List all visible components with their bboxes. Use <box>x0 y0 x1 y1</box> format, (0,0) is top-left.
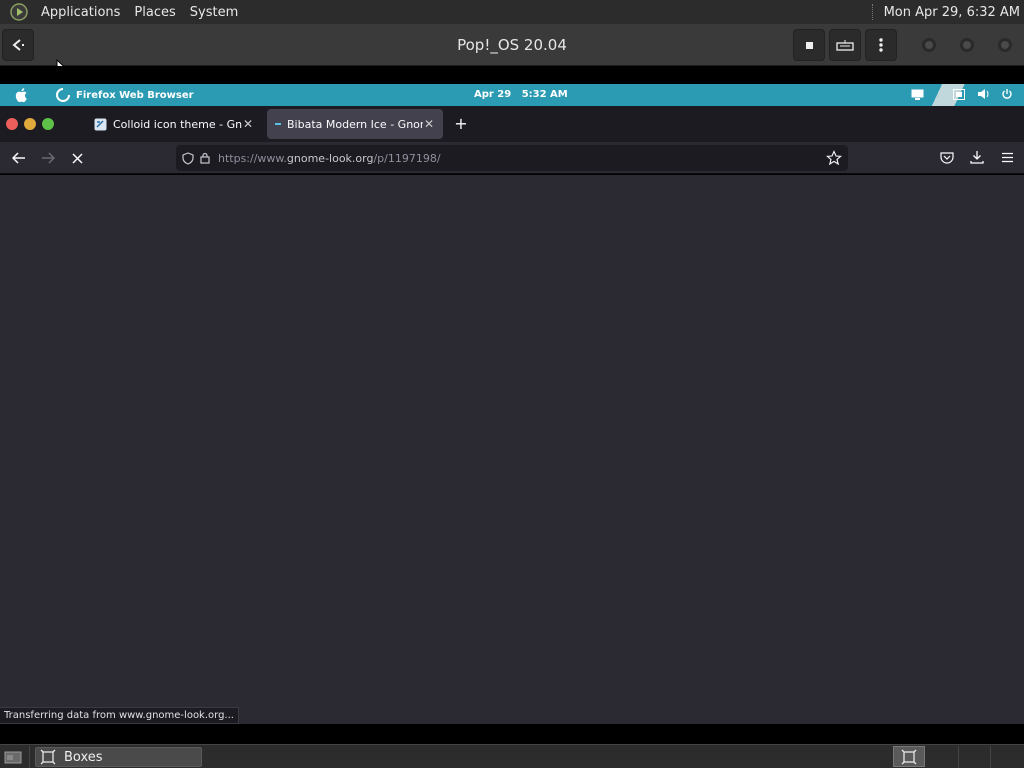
tab-close-icon[interactable]: ✕ <box>423 117 435 131</box>
boxes-back-button[interactable] <box>2 29 34 61</box>
maximize-window-button[interactable] <box>957 35 977 55</box>
arrow-right-icon <box>42 152 55 164</box>
vm-display-border-bottom <box>0 724 1024 744</box>
close-icon <box>71 152 83 164</box>
boxes-keyboard-button[interactable] <box>829 29 861 61</box>
page-content-area[interactable]: Transferring data from www.gnome-look.or… <box>0 175 1024 724</box>
vm-display-border <box>0 66 1024 84</box>
hamburger-menu-icon <box>1001 152 1013 162</box>
workspace-switcher-1[interactable] <box>893 746 925 767</box>
close-dot-button[interactable] <box>6 118 18 130</box>
pocket-icon <box>940 151 954 164</box>
back-button[interactable] <box>10 149 28 167</box>
tab-close-icon[interactable]: ✕ <box>242 117 254 131</box>
shield-icon[interactable] <box>182 151 194 165</box>
desktop-icon <box>4 751 22 763</box>
applications-menu[interactable]: Applications <box>34 5 127 20</box>
back-arrow-icon <box>12 39 24 51</box>
minimize-window-button[interactable] <box>919 35 939 55</box>
boxes-menu-button[interactable] <box>865 29 897 61</box>
boxes-app-icon <box>901 749 917 764</box>
panel-clock[interactable]: Mon Apr 29, 6:32 AM <box>884 5 1024 20</box>
apple-logo-icon[interactable] <box>14 87 30 103</box>
browser-nav-bar: https://www.gnome-look.org/p/1197198/ <box>0 142 1024 174</box>
show-desktop-button[interactable] <box>2 748 24 766</box>
boxes-stop-button[interactable] <box>793 29 825 61</box>
pocket-button[interactable] <box>938 148 956 166</box>
firefox-icon <box>56 88 70 102</box>
lock-icon[interactable] <box>200 152 210 164</box>
close-window-button[interactable] <box>995 35 1015 55</box>
host-bottom-taskbar: Boxes <box>0 744 1024 768</box>
gnome-look-favicon-icon <box>94 118 107 130</box>
boxes-app-icon <box>40 749 56 765</box>
host-top-panel: Applications Places System Mon Apr 29, 6… <box>0 0 1024 24</box>
url-text[interactable]: https://www.gnome-look.org/p/1197198/ <box>218 152 441 165</box>
guest-clock[interactable]: Apr 29 5:32 AM <box>474 89 568 100</box>
browser-tab-bar: Colloid icon theme - Gnome-look.org ✕ Bi… <box>0 106 1024 142</box>
tab-title: Colloid icon theme - Gnome-look.org <box>113 117 242 131</box>
places-menu[interactable]: Places <box>127 5 182 20</box>
browser-tab-active[interactable]: Bibata Modern Ice - Gnome-look.org ✕ <box>267 109 443 139</box>
minimize-dot-button[interactable] <box>24 118 36 130</box>
display-settings-icon[interactable] <box>910 87 924 101</box>
volume-icon[interactable] <box>976 87 990 101</box>
taskbar-item-boxes[interactable]: Boxes <box>35 747 202 767</box>
pop-os-logo-icon[interactable] <box>9 2 29 22</box>
stop-button[interactable] <box>68 149 86 167</box>
arrow-left-icon <box>12 152 25 164</box>
screenshot-icon[interactable] <box>952 87 966 101</box>
new-tab-button[interactable]: + <box>452 114 470 133</box>
forward-button[interactable] <box>39 149 57 167</box>
browser-tab[interactable]: Colloid icon theme - Gnome-look.org ✕ <box>86 109 262 139</box>
maximize-dot-button[interactable] <box>42 118 54 130</box>
window-traffic-lights <box>6 118 54 130</box>
star-icon[interactable] <box>826 150 842 166</box>
power-icon[interactable] <box>1000 87 1014 101</box>
system-menu[interactable]: System <box>183 5 245 20</box>
loading-indicator-icon <box>275 123 281 125</box>
tab-title: Bibata Modern Ice - Gnome-look.org <box>287 117 423 131</box>
panel-separator <box>871 4 876 20</box>
vertical-dots-icon <box>879 38 883 52</box>
status-panel: Transferring data from www.gnome-look.or… <box>0 707 239 724</box>
keyboard-icon <box>836 40 854 51</box>
boxes-header-bar: Pop!_OS 20.04 <box>0 24 1024 77</box>
guest-top-bar: Firefox Web Browser Apr 29 5:32 AM <box>0 84 1024 106</box>
download-icon <box>970 151 984 164</box>
guest-active-app-name[interactable]: Firefox Web Browser <box>76 90 194 101</box>
downloads-button[interactable] <box>968 148 986 166</box>
taskbar-item-label: Boxes <box>64 749 103 765</box>
url-bar[interactable]: https://www.gnome-look.org/p/1197198/ <box>176 145 848 171</box>
square-icon <box>805 41 813 49</box>
app-menu-button[interactable] <box>998 148 1016 166</box>
